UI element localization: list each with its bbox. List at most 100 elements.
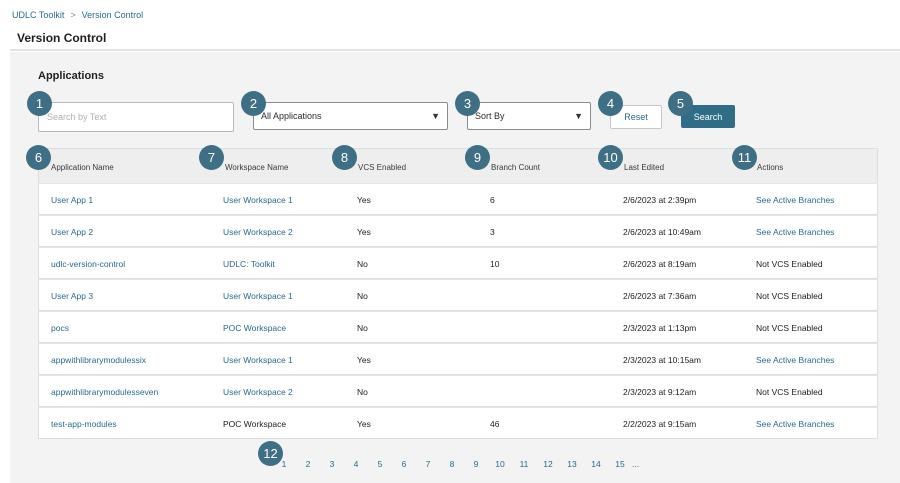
title-divider [10,49,900,51]
callout-badge: 4 [598,91,623,116]
callout-badge: 3 [455,91,480,116]
table-body: User App 1 User Workspace 1 Yes 6 2/6/2023 a… [38,183,878,439]
not-vcs-enabled-label: Not VCS Enabled [756,323,823,333]
application-name-link[interactable]: appwithlibrarymodulesseven [51,387,158,397]
last-edited-value: 2/2/2023 at 9:15am [623,419,697,429]
branch-count-value: 10 [490,259,500,269]
page-link-8[interactable]: 8 [440,459,464,469]
applications-filter-value: All Applications [261,111,322,121]
workspace-name-link[interactable]: UDLC: Toolkit [223,259,275,269]
vcs-enabled-value: Yes [357,195,371,205]
application-name-link[interactable]: test-app-modules [51,419,117,429]
table-row: udlc-version-control UDLC: Toolkit No 10 2/6… [38,247,878,279]
callout-badge: 10 [598,145,623,170]
table-row: appwithlibrarymodulesseven User Workspace… [38,375,878,407]
branch-count-value: 3 [490,227,495,237]
breadcrumb-udlc-toolkit-link[interactable]: UDLC Toolkit [12,10,64,20]
callout-badge: 8 [332,145,357,170]
page-link-12[interactable]: 12 [536,459,560,469]
caret-down-icon: ▼ [431,111,440,121]
last-edited-value: 2/3/2023 at 10:15am [623,355,701,365]
page-link-3[interactable]: 3 [320,459,344,469]
branch-count-value: 6 [490,195,495,205]
pagination-ellipsis: ... [632,459,640,469]
workspace-name: POC Workspace [223,419,287,429]
page-link-11[interactable]: 11 [512,459,536,469]
vcs-enabled-value: No [357,291,368,301]
vcs-enabled-value: Yes [357,419,371,429]
application-name-link[interactable]: User App 1 [51,195,93,205]
page-link-6[interactable]: 6 [392,459,416,469]
not-vcs-enabled-label: Not VCS Enabled [756,259,823,269]
callout-badge: 7 [199,145,224,170]
table-row: User App 3 User Workspace 1 No 2/6/2023 at … [38,279,878,311]
column-header-last-edited: Last Edited [624,163,665,172]
applications-filter-select[interactable]: All Applications ▼ [253,102,448,130]
table-row: User App 1 User Workspace 1 Yes 6 2/6/2023 a… [38,183,878,215]
last-edited-value: 2/6/2023 at 8:19am [623,259,697,269]
page-link-7[interactable]: 7 [416,459,440,469]
last-edited-value: 2/3/2023 at 9:12am [623,387,697,397]
vcs-enabled-value: Yes [357,355,371,365]
workspace-name-link[interactable]: User Workspace 1 [223,291,293,301]
sort-by-select[interactable]: Sort By ▼ [467,102,591,130]
table-row: User App 2 User Workspace 2 Yes 3 2/6/2023 a… [38,215,878,247]
table-row: test-app-modules POC Workspace Yes 46 2/2/20… [38,407,878,439]
see-active-branches-link[interactable]: See Active Branches [756,195,834,205]
workspace-name-link[interactable]: User Workspace 1 [223,355,293,365]
column-header-workspace-name: Workspace Name [225,163,289,172]
page-link-2[interactable]: 2 [296,459,320,469]
callout-badge: 11 [732,145,757,170]
see-active-branches-link[interactable]: See Active Branches [756,419,834,429]
page-link-10[interactable]: 10 [488,459,512,469]
callout-badge: 2 [241,91,266,116]
application-name-link[interactable]: User App 3 [51,291,93,301]
callout-badge: 5 [668,91,693,116]
see-active-branches-link[interactable]: See Active Branches [756,355,834,365]
branch-count-value: 46 [490,419,500,429]
column-header-actions: Actions [757,163,784,172]
page-title: Version Control [17,31,107,45]
workspace-name-link[interactable]: User Workspace 2 [223,227,293,237]
application-name-link[interactable]: udlc-version-control [51,259,125,269]
application-name-link[interactable]: appwithlibrarymodulessix [51,355,146,365]
last-edited-value: 2/6/2023 at 2:39pm [623,195,697,205]
vcs-enabled-value: No [357,259,368,269]
not-vcs-enabled-label: Not VCS Enabled [756,387,823,397]
column-header-branch-count: Branch Count [491,163,540,172]
last-edited-value: 2/6/2023 at 7:36am [623,291,697,301]
caret-down-icon: ▼ [574,111,583,121]
not-vcs-enabled-label: Not VCS Enabled [756,291,823,301]
last-edited-value: 2/6/2023 at 10:49am [623,227,701,237]
callout-badge: 6 [26,145,51,170]
column-header-vcs-enabled: VCS Enabled [358,163,407,172]
page-link-9[interactable]: 9 [464,459,488,469]
column-header-application-name: Application Name [51,163,114,172]
page-link-14[interactable]: 14 [584,459,608,469]
callout-badge: 9 [465,145,490,170]
see-active-branches-link[interactable]: See Active Branches [756,227,834,237]
application-name-link[interactable]: User App 2 [51,227,93,237]
page-link-13[interactable]: 13 [560,459,584,469]
page-link-4[interactable]: 4 [344,459,368,469]
workspace-name-link[interactable]: POC Workspace [223,323,286,333]
page-link-5[interactable]: 5 [368,459,392,469]
workspace-name-link[interactable]: User Workspace 1 [223,195,293,205]
pagination: 1 2 3 4 5 6 7 8 9 10 11 12 13 14 15... [272,459,646,469]
application-name-link[interactable]: pocs [51,323,69,333]
table-row: pocs POC Workspace No 2/3/2023 at 1:13pm Not… [38,311,878,343]
table-row: appwithlibrarymodulessix User Workspace 1… [38,343,878,375]
search-input[interactable] [38,102,234,132]
breadcrumb: UDLC Toolkit > Version Control [12,10,143,20]
vcs-enabled-value: Yes [357,227,371,237]
applications-table: Application Name Workspace Name VCS Enab… [38,148,878,439]
vcs-enabled-value: No [357,323,368,333]
breadcrumb-version-control-link[interactable]: Version Control [82,10,144,20]
callout-badge: 12 [258,441,283,466]
vcs-enabled-value: No [357,387,368,397]
workspace-name-link[interactable]: User Workspace 2 [223,387,293,397]
page-link-15[interactable]: 15 [608,459,632,469]
last-edited-value: 2/3/2023 at 1:13pm [623,323,697,333]
section-title: Applications [38,70,105,82]
sort-by-value: Sort By [475,111,505,121]
